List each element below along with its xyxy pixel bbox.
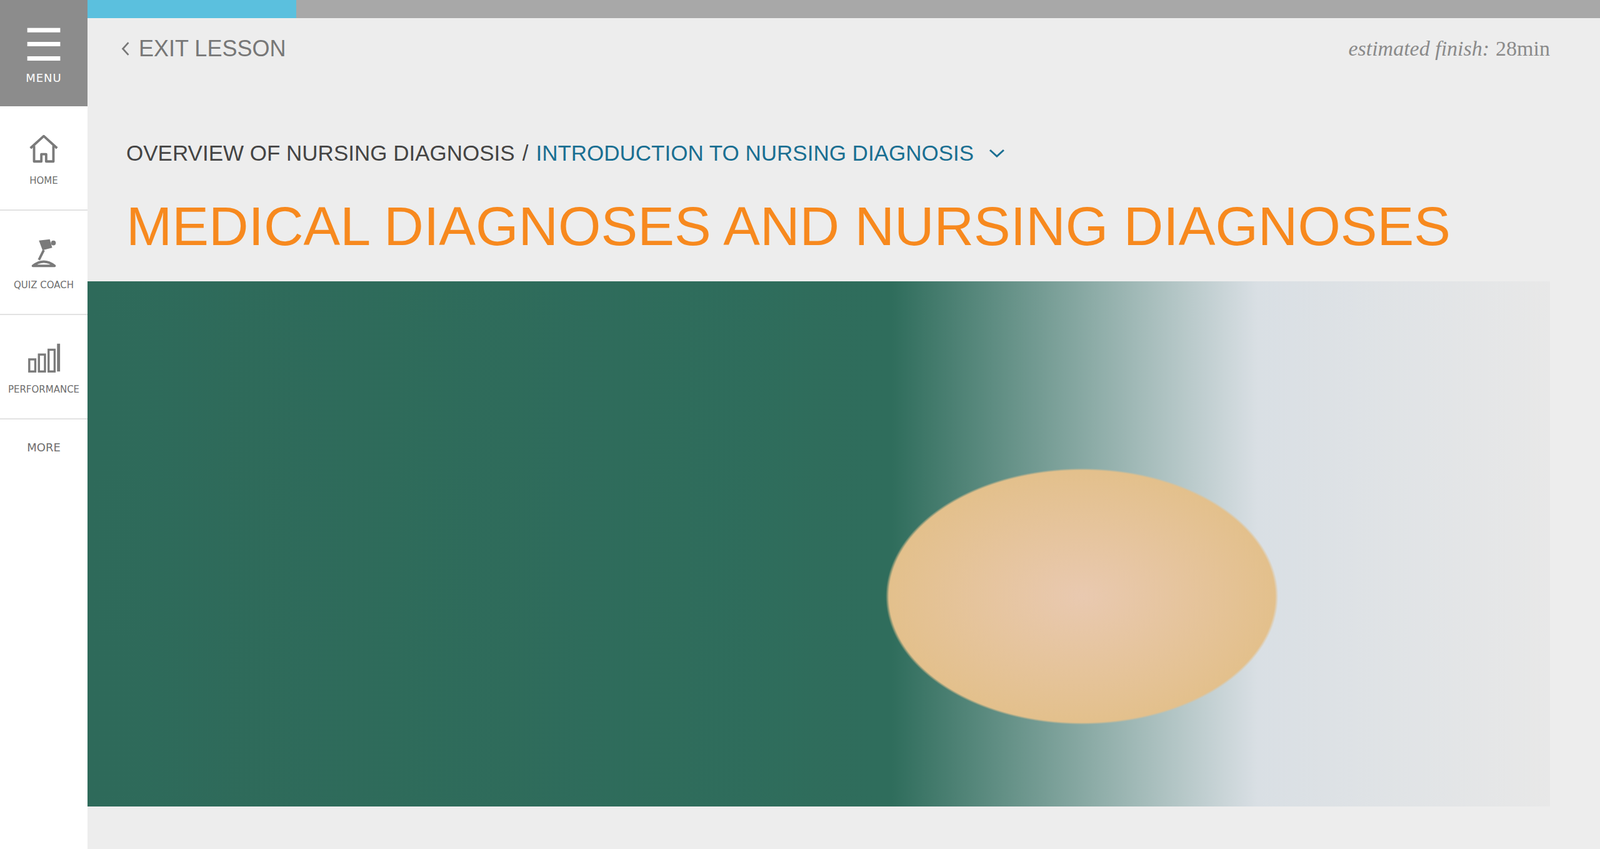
lesson-photo	[87, 281, 1550, 807]
hamburger-icon: ☰	[23, 22, 65, 68]
lesson-main: EXIT LESSON estimated finish:28min OVERVIE…	[87, 0, 1600, 849]
bar-chart-icon	[25, 338, 62, 375]
lesson-header: EXIT LESSON estimated finish:28min	[87, 18, 1600, 80]
sidebar-item[interactable]: MORE	[0, 419, 88, 475]
menu-button[interactable]: ☰ MENU	[0, 0, 88, 107]
chevron-left-icon	[120, 40, 132, 58]
sidebar-item[interactable]: QUIZ COACH	[0, 210, 88, 315]
exit-lesson-label: EXIT LESSON	[138, 35, 286, 62]
lesson-page: ☰ MENU HOME QUIZ COACH PERFORMANCE MORE EXIT L…	[0, 0, 1600, 849]
lesson-title: MEDICAL DIAGNOSES AND NURSING DIAGNOSES	[126, 191, 1550, 261]
breadcrumb: OVERVIEW OF NURSING DIAGNOSIS/INTRODUCTI…	[126, 139, 1550, 167]
sidebar-label: PERFORMANCE	[8, 383, 80, 395]
breadcrumb-separator: /	[522, 139, 529, 167]
lamp-icon	[25, 234, 62, 271]
breadcrumb-current[interactable]: INTRODUCTION TO NURSING DIAGNOSIS	[535, 139, 974, 167]
sidebar-label: QUIZ COACH	[13, 279, 74, 291]
progress-bar	[87, 0, 1600, 19]
sidebar-label: MORE	[26, 440, 61, 454]
lesson-content: OVERVIEW OF NURSING DIAGNOSIS/INTRODUCTI…	[87, 79, 1600, 261]
estimate-label: estimated finish:	[1348, 36, 1490, 61]
breadcrumb-parent[interactable]: OVERVIEW OF NURSING DIAGNOSIS	[126, 139, 515, 167]
sidebar-label: HOME	[29, 175, 59, 187]
sidebar-item[interactable]: HOME	[0, 106, 88, 211]
sidebar-item[interactable]: PERFORMANCE	[0, 315, 88, 420]
menu-label: MENU	[25, 71, 62, 85]
chevron-down-icon[interactable]	[987, 146, 1007, 160]
estimated-finish: estimated finish:28min	[1348, 36, 1550, 61]
exit-lesson-button[interactable]: EXIT LESSON	[120, 35, 286, 62]
photo-area	[87, 260, 1600, 807]
progress-fill	[87, 0, 297, 19]
home-icon	[25, 130, 62, 167]
sidebar: ☰ MENU HOME QUIZ COACH PERFORMANCE MORE	[0, 0, 88, 849]
estimate-value: 28min	[1495, 36, 1550, 61]
